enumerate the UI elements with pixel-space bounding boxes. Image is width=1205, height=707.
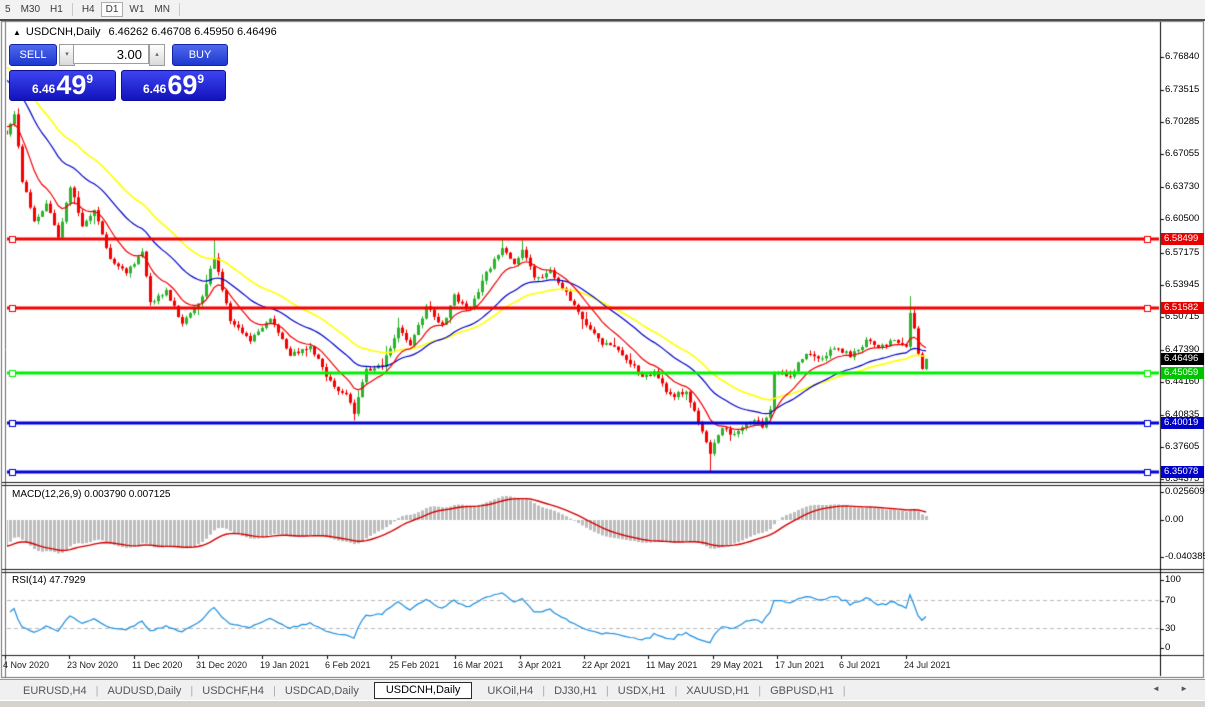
price-axis-tick-label: 6.60500 [1165,214,1205,224]
date-axis-label: 23 Nov 2020 [67,660,118,670]
sell-button[interactable]: SELL [9,44,57,66]
buy-button[interactable]: BUY [172,44,228,66]
price-axis-tick-label: 6.73515 [1165,85,1205,95]
tab-separator: | [843,685,846,697]
chart-tab-xauusd[interactable]: XAUUSD,H1 [677,685,758,697]
price-axis-tick-label: 6.37605 [1165,442,1205,452]
chart-title: ▲ USDCNH,Daily 6.46262 6.46708 6.45950 6.4… [13,26,281,38]
chart-tab-gbpusd[interactable]: GBPUSD,H1 [761,685,843,697]
sell-price-prefix: 6.46 [32,82,55,96]
chart-tab-dj30[interactable]: DJ30,H1 [545,685,606,697]
date-axis-label: 24 Jul 2021 [904,660,951,670]
rsi-axis-tick-label: 100 [1165,575,1205,585]
trading-terminal-window: 5M30H1 H4D1W1MN ▲ USDCNH,Daily 6.46262 6.46… [0,0,1205,707]
macd-indicator-label: MACD(12,26,9) 0.003790 0.007125 [12,489,170,500]
rsi-axis-tick-label: 0 [1165,643,1205,653]
chart-tab-eurusd[interactable]: EURUSD,H4 [14,685,96,697]
timeframe-button-5[interactable]: 5 [1,3,15,16]
macd-axis-tick-label: 0.00 [1165,515,1205,525]
chart-tab-ukoil[interactable]: UKOil,H4 [478,685,542,697]
chart-tab-usdcnh[interactable]: USDCNH,Daily [374,682,473,699]
timeframe-toolbar: 5M30H1 H4D1W1MN [0,0,1205,21]
rsi-axis-tick-label: 70 [1165,596,1205,606]
date-axis-label: 11 May 2021 [646,660,697,670]
price-axis-tick-label: 6.70285 [1165,117,1205,127]
buy-price-prefix: 6.46 [143,82,166,96]
sell-price-box[interactable]: 6.46 49 9 [9,70,116,101]
price-level-tag: 6.35078 [1161,466,1204,478]
timeframe-button-mn[interactable]: MN [150,3,174,16]
volume-increase-button[interactable]: ▴ [149,44,165,66]
price-axis-tick-label: 6.57175 [1165,248,1205,258]
timeframe-button-d1[interactable]: D1 [101,2,124,17]
timeframe-button-h4[interactable]: H4 [78,3,99,16]
toolbar-separator [179,3,180,16]
price-level-tag: 6.45059 [1161,367,1204,379]
date-axis-label: 3 Apr 2021 [518,660,562,670]
price-axis-tick-label: 6.63730 [1165,182,1205,192]
status-bar [0,700,1205,707]
chart-symbol-label: USDCNH,Daily [26,26,101,38]
price-level-tag: 6.51582 [1161,302,1204,314]
toolbar-separator [72,3,73,16]
volume-input[interactable]: 3.00 [73,44,149,64]
chart-tab-usdchf[interactable]: USDCHF,H4 [193,685,273,697]
date-axis-label: 4 Nov 2020 [3,660,49,670]
date-axis-label: 11 Dec 2020 [132,660,182,670]
macd-axis-tick-label: -0.040385 [1165,552,1205,562]
price-axis-tick-label: 6.76840 [1165,52,1205,62]
price-axis-tick-label: 6.53945 [1165,280,1205,290]
date-axis-label: 6 Feb 2021 [325,660,371,670]
date-axis-label: 25 Feb 2021 [389,660,440,670]
collapse-chart-icon[interactable]: ▲ [13,28,21,37]
date-axis-label: 22 Apr 2021 [582,660,631,670]
price-chart-canvas[interactable] [0,0,1205,707]
buy-price-box[interactable]: 6.46 69 9 [121,70,226,101]
buy-price-big: 69 [167,73,197,98]
chart-tab-bar: EURUSD,H4|AUDUSD,Daily|USDCHF,H4|USDCAD,… [0,679,1205,701]
date-axis-label: 17 Jun 2021 [775,660,825,670]
timeframe-button-h1[interactable]: H1 [46,3,67,16]
rsi-indicator-label: RSI(14) 47.7929 [12,575,85,586]
date-axis-label: 16 Mar 2021 [453,660,504,670]
timeframe-button-m30[interactable]: M30 [17,3,44,16]
price-axis-tick-label: 6.67055 [1165,149,1205,159]
rsi-axis-tick-label: 30 [1165,624,1205,634]
date-axis-label: 29 May 2021 [711,660,763,670]
chart-tab-usdx[interactable]: USDX,H1 [609,685,675,697]
chart-tab-usdcad[interactable]: USDCAD,Daily [276,685,368,697]
date-axis-label: 19 Jan 2021 [260,660,310,670]
chart-ohlc-values: 6.46262 6.46708 6.45950 6.46496 [108,26,276,38]
date-axis-label: 6 Jul 2021 [839,660,881,670]
sell-price-sup: 9 [86,72,93,86]
price-level-tag: 6.58499 [1161,233,1204,245]
tab-scroll-arrows[interactable]: ◄ ► [1152,684,1197,693]
price-level-tag: 6.40019 [1161,417,1204,429]
one-click-trading-panel: SELL ▾ 3.00 ▴ BUY 6.46 49 9 6.46 69 9 [9,44,227,102]
price-level-tag: 6.46496 [1161,353,1204,365]
buy-price-sup: 9 [197,72,204,86]
timeframe-button-w1[interactable]: W1 [125,3,148,16]
date-axis-label: 31 Dec 2020 [196,660,247,670]
sell-price-big: 49 [56,73,86,98]
macd-axis-tick-label: 0.025609 [1165,487,1205,497]
chart-tab-audusd[interactable]: AUDUSD,Daily [98,685,190,697]
